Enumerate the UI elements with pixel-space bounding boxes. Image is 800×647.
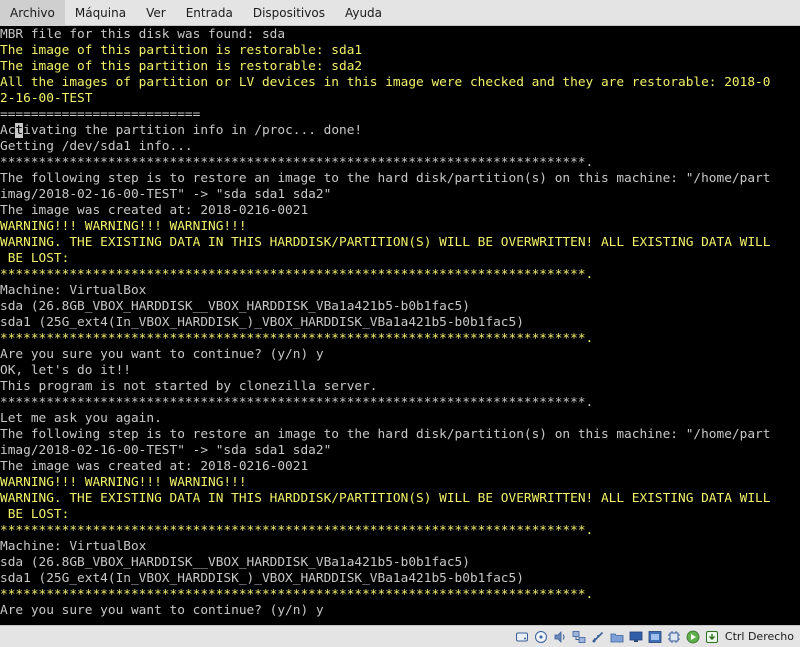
audio-icon[interactable] <box>553 630 567 644</box>
text-cursor: t <box>15 123 24 138</box>
menu-maquina[interactable]: Máquina <box>65 0 136 26</box>
terminal-line: Machine: VirtualBox <box>0 283 147 298</box>
menu-entrada[interactable]: Entrada <box>176 0 243 26</box>
terminal-line: WARNING. THE EXISTING DATA IN THIS HARDD… <box>0 491 771 506</box>
video-capture-icon[interactable] <box>648 630 662 644</box>
terminal-line: WARNING!!! WARNING!!! WARNING!!! <box>0 219 247 234</box>
terminal-line: ****************************************… <box>0 395 594 410</box>
terminal-line: The following step is to restore an imag… <box>0 171 771 186</box>
terminal-line: All the images of partition or LV device… <box>0 75 771 90</box>
optical-drive-icon[interactable] <box>534 630 548 644</box>
mouse-integration-icon[interactable] <box>686 630 700 644</box>
terminal-line: sda (26.8GB_VBOX_HARDDISK__VBOX_HARDDISK… <box>0 555 470 570</box>
terminal-line: Are you sure you want to continue? (y/n)… <box>0 347 324 362</box>
terminal-line: This program is not started by clonezill… <box>0 379 378 394</box>
terminal-line: sda (26.8GB_VBOX_HARDDISK__VBOX_HARDDISK… <box>0 299 470 314</box>
keyboard-capture-icon[interactable] <box>705 630 719 644</box>
terminal-line: ****************************************… <box>0 587 594 602</box>
shared-folders-icon[interactable] <box>610 630 624 644</box>
hard-disk-icon[interactable] <box>515 630 529 644</box>
terminal-line: Activating the partition info in /proc..… <box>0 123 363 138</box>
terminal-line: sda1 (25G_ext4(In_VBOX_HARDDISK_)_VBOX_H… <box>0 315 524 330</box>
menu-ayuda[interactable]: Ayuda <box>335 0 392 26</box>
terminal-line: ****************************************… <box>0 523 594 538</box>
terminal-line: Getting /dev/sda1 info... <box>0 139 193 154</box>
terminal-line: ****************************************… <box>0 267 594 282</box>
terminal-line: WARNING!!! WARNING!!! WARNING!!! <box>0 475 247 490</box>
terminal-line: The following step is to restore an imag… <box>0 427 771 442</box>
display-icon[interactable] <box>629 630 643 644</box>
menu-archivo[interactable]: Archivo <box>0 0 65 26</box>
terminal-line: OK, let's do it!! <box>0 363 131 378</box>
terminal-line: The image of this partition is restorabl… <box>0 43 363 58</box>
menubar: Archivo Máquina Ver Entrada Dispositivos… <box>0 0 800 26</box>
terminal-line: The image of this partition is restorabl… <box>0 59 363 74</box>
terminal-line: ****************************************… <box>0 331 594 346</box>
vm-console-screen[interactable]: MBR file for this disk was found: sda The… <box>0 26 800 625</box>
terminal-line: 2-16-00-TEST <box>0 91 93 106</box>
terminal-line: Machine: VirtualBox <box>0 539 147 554</box>
terminal-line: sda1 (25G_ext4(In_VBOX_HARDDISK_)_VBOX_H… <box>0 571 524 586</box>
terminal-line: The image was created at: 2018-0216-0021 <box>0 459 309 474</box>
terminal-line: WARNING. THE EXISTING DATA IN THIS HARDD… <box>0 235 771 250</box>
terminal-line: MBR file for this disk was found: sda <box>0 27 286 42</box>
terminal-line: Let me ask you again. <box>0 411 162 426</box>
terminal-line: imag/2018-02-16-00-TEST" -> "sda sda1 sd… <box>0 443 332 458</box>
terminal-line: BE LOST: <box>0 507 70 522</box>
terminal-line: ****************************************… <box>0 155 594 170</box>
network-icon[interactable] <box>572 630 586 644</box>
menu-dispositivos[interactable]: Dispositivos <box>243 0 335 26</box>
cpu-icon[interactable] <box>667 630 681 644</box>
terminal-line: BE LOST: <box>0 251 70 266</box>
terminal-line: The image was created at: 2018-0216-0021 <box>0 203 309 218</box>
host-key-label: Ctrl Derecho <box>724 630 794 643</box>
terminal-line: Are you sure you want to continue? (y/n)… <box>0 603 324 618</box>
statusbar: Ctrl Derecho <box>0 625 800 647</box>
usb-icon[interactable] <box>591 630 605 644</box>
terminal-line: imag/2018-02-16-00-TEST" -> "sda sda1 sd… <box>0 187 332 202</box>
terminal-line: ========================== <box>0 107 201 122</box>
menu-ver[interactable]: Ver <box>136 0 176 26</box>
